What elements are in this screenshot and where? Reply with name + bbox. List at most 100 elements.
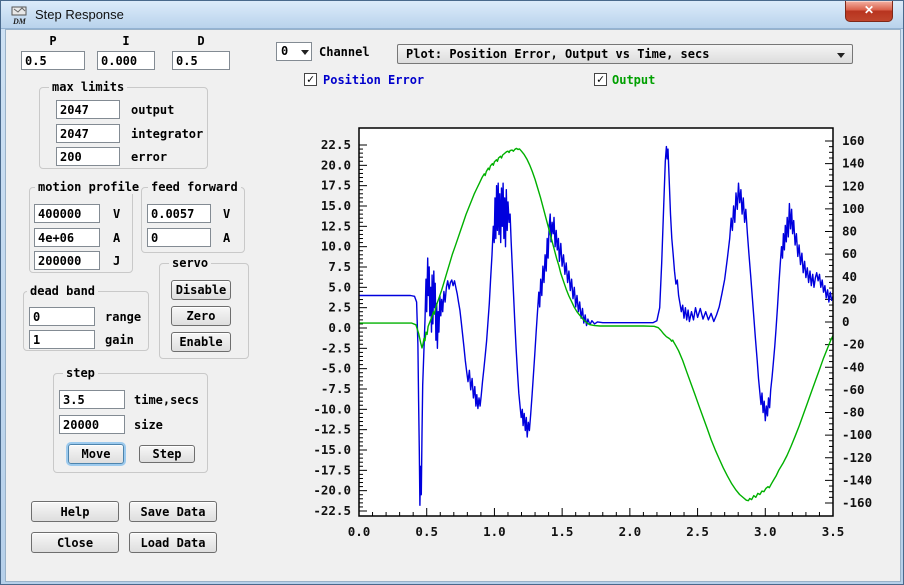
check-icon: ✓: [596, 72, 605, 86]
jerk-input[interactable]: [34, 251, 100, 270]
position-error-label: Position Error: [323, 73, 425, 87]
svg-text:140: 140: [842, 156, 865, 171]
svg-text:0.0: 0.0: [348, 524, 371, 539]
chevron-down-icon: [837, 53, 845, 58]
chart-canvas: 0.0 0.5 1.0 1.5 2.0 2.5 3.0 3.5 22.5 20.0 17.5 15.0…: [313, 127, 872, 539]
app-icon-text: DM: [12, 17, 27, 25]
svg-text:-7.5: -7.5: [321, 381, 351, 396]
velocity-input[interactable]: [34, 204, 100, 223]
svg-text:-120: -120: [842, 450, 872, 465]
accel-label: A: [113, 231, 121, 245]
svg-text:-15.0: -15.0: [313, 442, 351, 457]
close-icon: ✕: [863, 3, 875, 17]
i-input[interactable]: [97, 51, 155, 70]
svg-text:-40: -40: [842, 359, 865, 374]
save-data-button[interactable]: Save Data: [129, 501, 217, 522]
chevron-down-icon: [301, 50, 309, 55]
svg-text:0.0: 0.0: [328, 320, 351, 335]
step-size-label: size: [134, 418, 163, 432]
svg-text:5.0: 5.0: [328, 279, 351, 294]
svg-text:15.0: 15.0: [321, 198, 351, 213]
channel-value: 0: [281, 44, 289, 58]
max-limits-title: max limits: [49, 80, 128, 94]
move-button[interactable]: Move: [68, 444, 124, 464]
ff-a-input[interactable]: [147, 228, 211, 247]
svg-text:0.5: 0.5: [415, 524, 438, 539]
svg-text:2.5: 2.5: [328, 300, 351, 315]
title-bar[interactable]: DM Step Response ✕: [1, 1, 903, 29]
svg-text:60: 60: [842, 246, 857, 261]
output-checkbox[interactable]: ✓: [594, 73, 607, 86]
svg-text:22.5: 22.5: [321, 137, 351, 152]
position-error-checkbox[interactable]: ✓: [304, 73, 317, 86]
ff-v-input[interactable]: [147, 204, 211, 223]
svg-text:40: 40: [842, 269, 857, 284]
dead-band-gain-input[interactable]: [29, 330, 95, 349]
d-input[interactable]: [172, 51, 230, 70]
svg-text:-2.5: -2.5: [321, 340, 351, 355]
motion-profile-title: motion profile: [35, 180, 143, 194]
svg-text:12.5: 12.5: [321, 218, 351, 233]
svg-text:2.5: 2.5: [686, 524, 709, 539]
max-error-input[interactable]: [56, 147, 120, 166]
max-output-input[interactable]: [56, 100, 120, 119]
svg-text:-20: -20: [842, 337, 865, 352]
accel-input[interactable]: [34, 228, 100, 247]
svg-text:-60: -60: [842, 382, 865, 397]
step-time-input[interactable]: [59, 390, 125, 409]
velocity-label: V: [113, 207, 121, 221]
step-button[interactable]: Step: [139, 445, 195, 463]
channel-label: Channel: [319, 45, 370, 59]
check-icon: ✓: [306, 72, 315, 86]
svg-text:-80: -80: [842, 405, 865, 420]
close-window-button[interactable]: Close: [31, 532, 119, 553]
ff-v-label: V: [223, 207, 231, 221]
step-title: step: [63, 366, 98, 380]
dead-band-title: dead band: [27, 284, 99, 298]
app-icon: DM: [10, 5, 30, 26]
i-label: I: [122, 34, 130, 48]
svg-text:100: 100: [842, 201, 865, 216]
step-response-chart: 0.0 0.5 1.0 1.5 2.0 2.5 3.0 3.5 22.5 20.0 17.5 15.0…: [301, 111, 903, 571]
step-size-input[interactable]: [59, 415, 125, 434]
svg-text:10.0: 10.0: [321, 239, 351, 254]
output-label: Output: [612, 73, 656, 87]
svg-text:80: 80: [842, 224, 857, 239]
dead-band-range-input[interactable]: [29, 307, 95, 326]
svg-text:-17.5: -17.5: [313, 462, 351, 477]
max-integrator-input[interactable]: [56, 124, 120, 143]
svg-text:20: 20: [842, 291, 857, 306]
servo-disable-button[interactable]: Disable: [171, 280, 231, 300]
help-button[interactable]: Help: [31, 501, 119, 522]
svg-text:0: 0: [842, 314, 850, 329]
servo-enable-button[interactable]: Enable: [171, 332, 231, 352]
plot-select[interactable]: Plot: Position Error, Output vs Time, se…: [397, 44, 853, 64]
channel-select[interactable]: 0: [276, 42, 312, 61]
svg-text:-100: -100: [842, 427, 872, 442]
window-title: Step Response: [35, 7, 124, 22]
servo-zero-button[interactable]: Zero: [171, 306, 231, 326]
plot-select-value: Plot: Position Error, Output vs Time, se…: [406, 47, 710, 61]
svg-text:1.0: 1.0: [483, 524, 506, 539]
svg-text:-10.0: -10.0: [313, 401, 351, 416]
window: DM Step Response ✕ P I D max limits outp…: [0, 0, 904, 585]
svg-text:-20.0: -20.0: [313, 483, 351, 498]
svg-text:160: 160: [842, 133, 865, 148]
servo-title: servo: [169, 256, 212, 270]
svg-text:1.5: 1.5: [551, 524, 574, 539]
svg-text:7.5: 7.5: [328, 259, 351, 274]
p-input[interactable]: [21, 51, 85, 70]
svg-text:-22.5: -22.5: [313, 503, 351, 518]
load-data-button[interactable]: Load Data: [129, 532, 217, 553]
svg-text:-140: -140: [842, 472, 872, 487]
p-label: P: [49, 34, 57, 48]
max-output-label: output: [131, 103, 175, 117]
svg-text:-5.0: -5.0: [321, 361, 351, 376]
svg-text:-12.5: -12.5: [313, 422, 351, 437]
close-button[interactable]: ✕: [845, 1, 893, 22]
svg-text:-160: -160: [842, 495, 872, 510]
max-error-label: error: [131, 150, 168, 164]
svg-text:3.0: 3.0: [754, 524, 777, 539]
svg-text:120: 120: [842, 178, 865, 193]
dead-band-range-label: range: [105, 310, 142, 324]
